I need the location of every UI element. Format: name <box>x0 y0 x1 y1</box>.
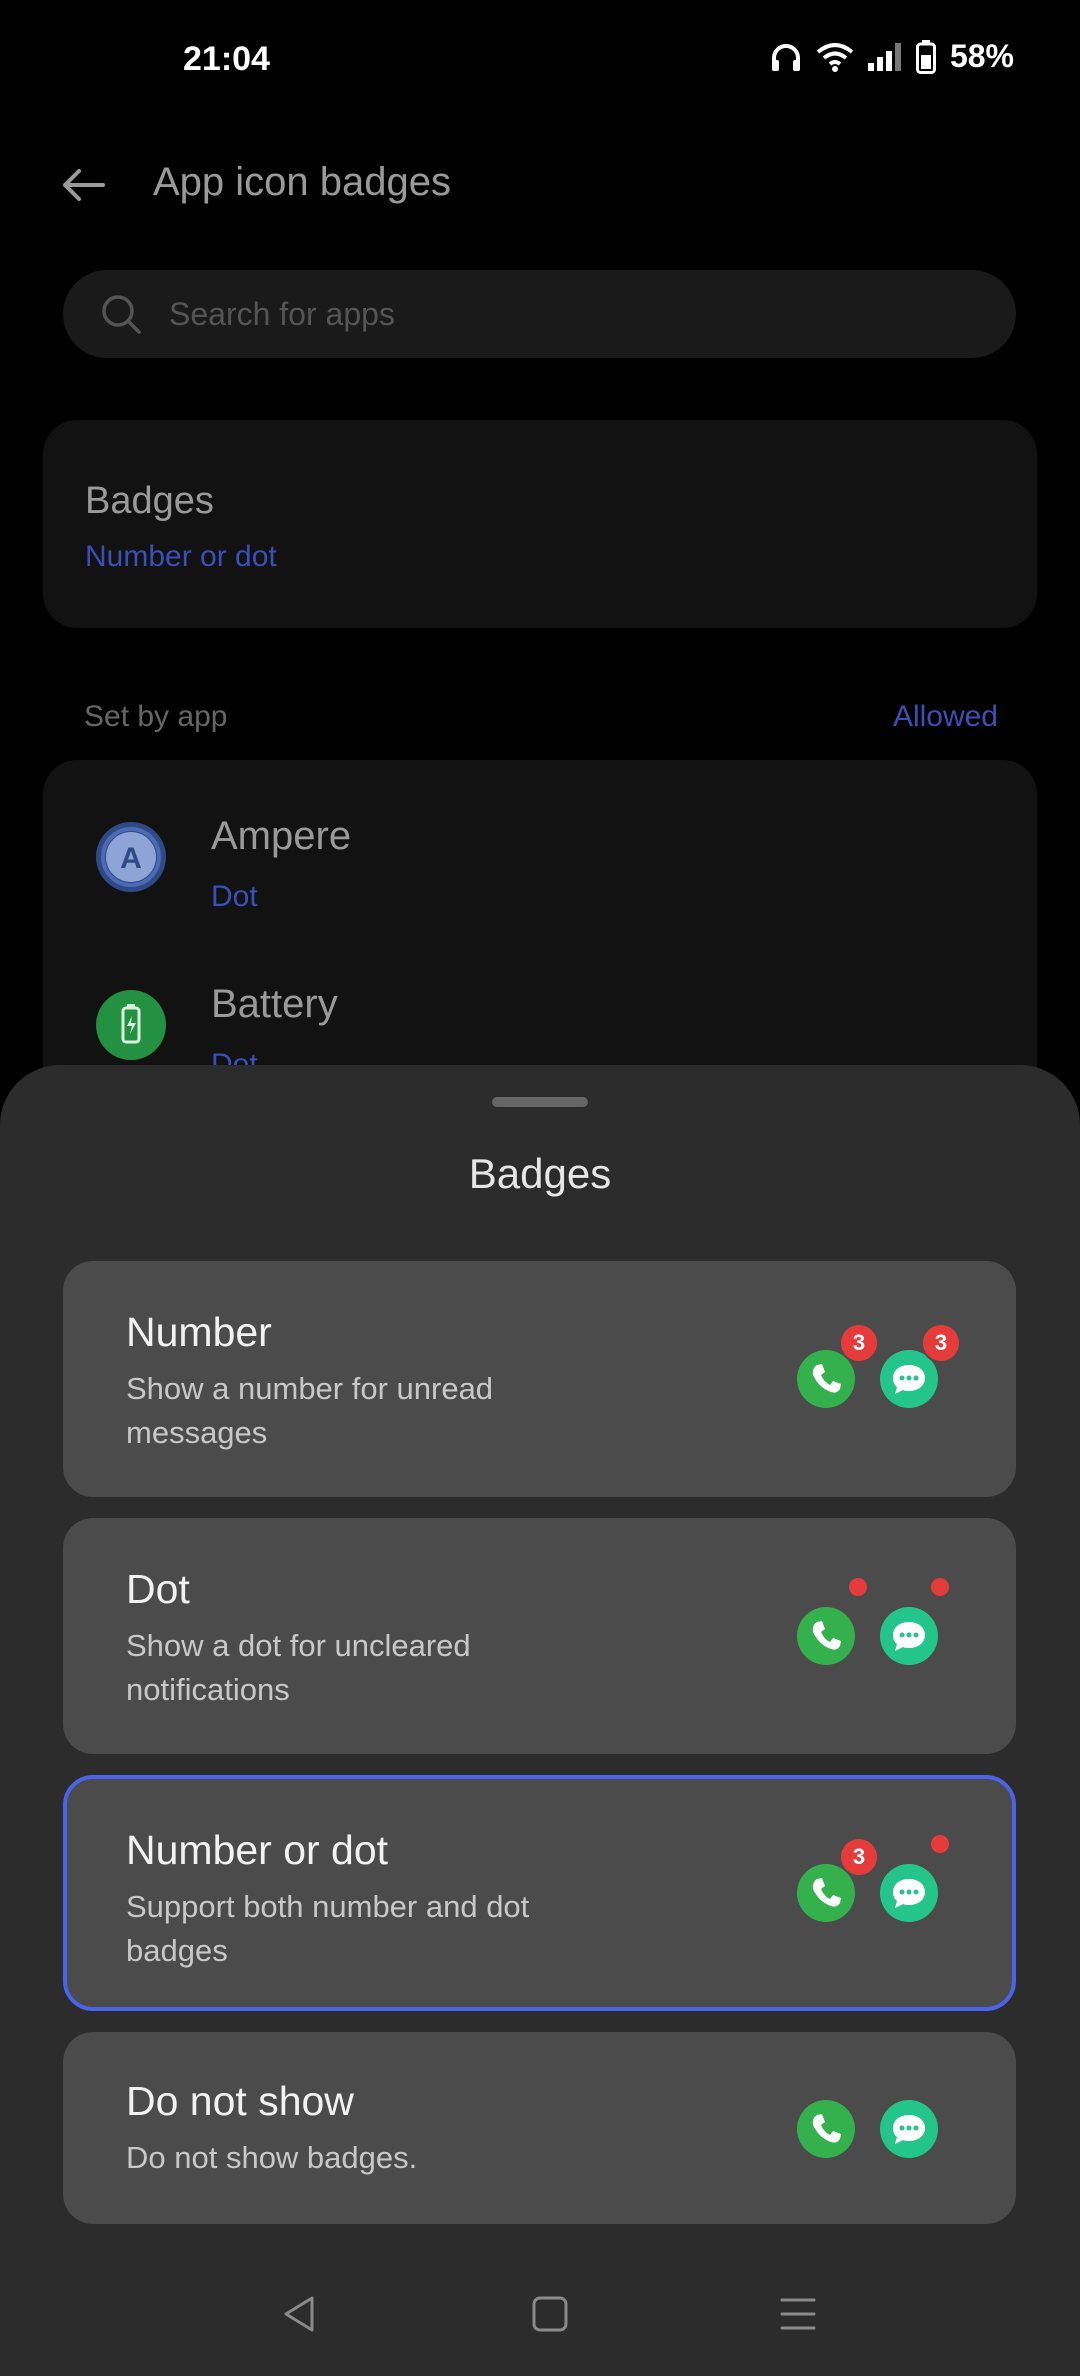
back-button[interactable] <box>55 155 115 215</box>
list-item[interactable]: A Ampere Dot <box>43 800 1037 930</box>
phone-preview-icon <box>797 2100 855 2158</box>
nav-home-icon[interactable] <box>528 2292 572 2336</box>
ampere-icon: A <box>96 822 166 892</box>
badges-setting-card[interactable]: Badges Number or dot <box>43 420 1037 628</box>
svg-text:A: A <box>120 842 142 875</box>
search-placeholder: Search for apps <box>169 296 395 332</box>
badges-setting-value: Number or dot <box>85 540 277 573</box>
badges-setting-title: Badges <box>85 480 214 522</box>
message-preview-icon <box>880 2100 938 2158</box>
battery-icon <box>915 39 936 74</box>
nav-recents-icon[interactable] <box>776 2292 820 2336</box>
phone-preview-icon <box>797 1607 855 1665</box>
option-title: Number or dot <box>126 1827 389 1873</box>
nav-back-icon[interactable] <box>278 2292 322 2336</box>
message-preview-icon <box>880 1864 938 1922</box>
badge-dot <box>929 1576 951 1598</box>
app-name: Ampere <box>211 814 352 858</box>
badge-count: 3 <box>839 1837 879 1877</box>
headphones-icon <box>771 43 800 71</box>
sheet-title: Badges <box>468 1150 612 1197</box>
option-description: Show a dot for uncleared notifications <box>126 1628 471 1707</box>
option-description: Support both number and dot badges <box>126 1889 530 1968</box>
allowed-filter[interactable]: Allowed <box>893 700 998 734</box>
set-by-app-label: Set by app <box>84 700 228 733</box>
battery-app-icon <box>96 990 166 1060</box>
sheet-drag-handle[interactable] <box>492 1097 588 1107</box>
option-title: Do not show <box>126 2078 354 2124</box>
option-description: Show a number for unread messages <box>126 1371 494 1450</box>
arrow-left-icon <box>63 169 105 201</box>
message-preview-icon <box>880 1607 938 1665</box>
app-list: A Ampere Dot Battery Dot <box>43 760 1037 1100</box>
app-name: Battery <box>211 982 338 1026</box>
option-description: Do not show badges. <box>126 2140 418 2175</box>
signal-icon <box>867 42 901 71</box>
badge-count: 3 <box>839 1323 879 1363</box>
option-do-not-show[interactable]: Do not show Do not show badges. <box>63 2032 1016 2224</box>
status-icons: 58% <box>770 38 1014 75</box>
app-badge-value: Dot <box>211 880 258 913</box>
badge-dot <box>929 1833 951 1855</box>
option-title: Number <box>126 1309 272 1355</box>
search-icon <box>102 295 141 334</box>
battery-percent: 58% <box>949 38 1014 74</box>
page-title: App icon badges <box>153 160 452 204</box>
badges-bottom-sheet: Badges Number Show a number for unread m… <box>0 1065 1080 2376</box>
navigation-bar <box>0 2262 1080 2376</box>
option-dot[interactable]: Dot Show a dot for uncleared notificatio… <box>63 1518 1016 1754</box>
badge-dot <box>847 1576 869 1598</box>
option-title: Dot <box>126 1566 190 1612</box>
option-number[interactable]: Number Show a number for unread messages… <box>63 1261 1016 1497</box>
status-time: 21:04 <box>183 40 270 78</box>
search-input[interactable]: Search for apps <box>63 270 1016 358</box>
option-number-or-dot[interactable]: Number or dot Support both number and do… <box>63 1775 1016 2011</box>
wifi-icon <box>816 42 854 72</box>
badge-count: 3 <box>921 1323 961 1363</box>
status-bar: 21:04 58% <box>0 0 1080 120</box>
